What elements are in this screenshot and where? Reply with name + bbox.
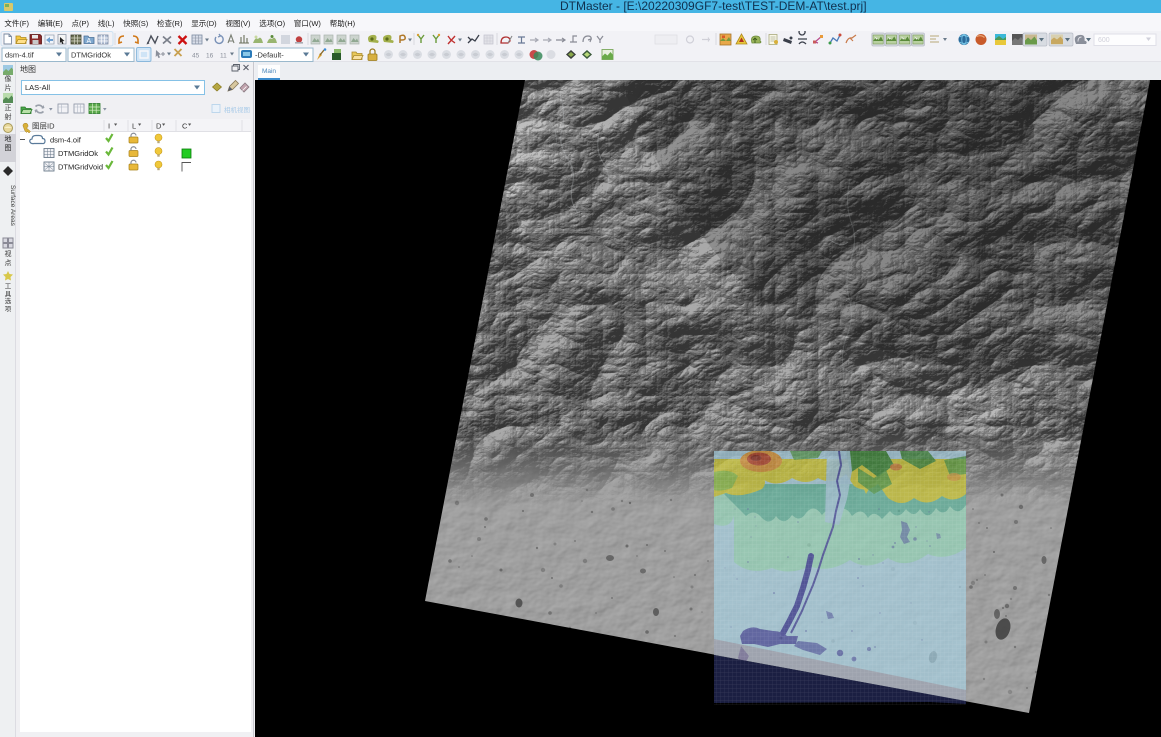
svg-text:DTMGridOk: DTMGridOk	[58, 149, 98, 158]
svg-text:-Default-: -Default-	[255, 51, 284, 60]
svg-text:dsm-4.oif: dsm-4.oif	[50, 136, 82, 145]
svg-text:11: 11	[220, 53, 227, 60]
svg-text:C: C	[182, 122, 188, 131]
svg-text:A: A	[87, 38, 92, 45]
svg-text:D: D	[156, 122, 162, 131]
svg-text:600: 600	[1098, 37, 1110, 44]
svg-text:L: L	[132, 122, 136, 131]
svg-text:图层ID: 图层ID	[32, 122, 55, 131]
svg-text:DTMGridOk: DTMGridOk	[71, 51, 111, 60]
svg-text:dsm-4.tif: dsm-4.tif	[5, 51, 35, 60]
svg-text:相机视图: 相机视图	[224, 105, 250, 114]
svg-text:I: I	[108, 122, 110, 131]
svg-text:45: 45	[192, 53, 200, 60]
svg-text:DTMGridVoid: DTMGridVoid	[58, 163, 103, 172]
svg-text:16: 16	[206, 53, 214, 60]
